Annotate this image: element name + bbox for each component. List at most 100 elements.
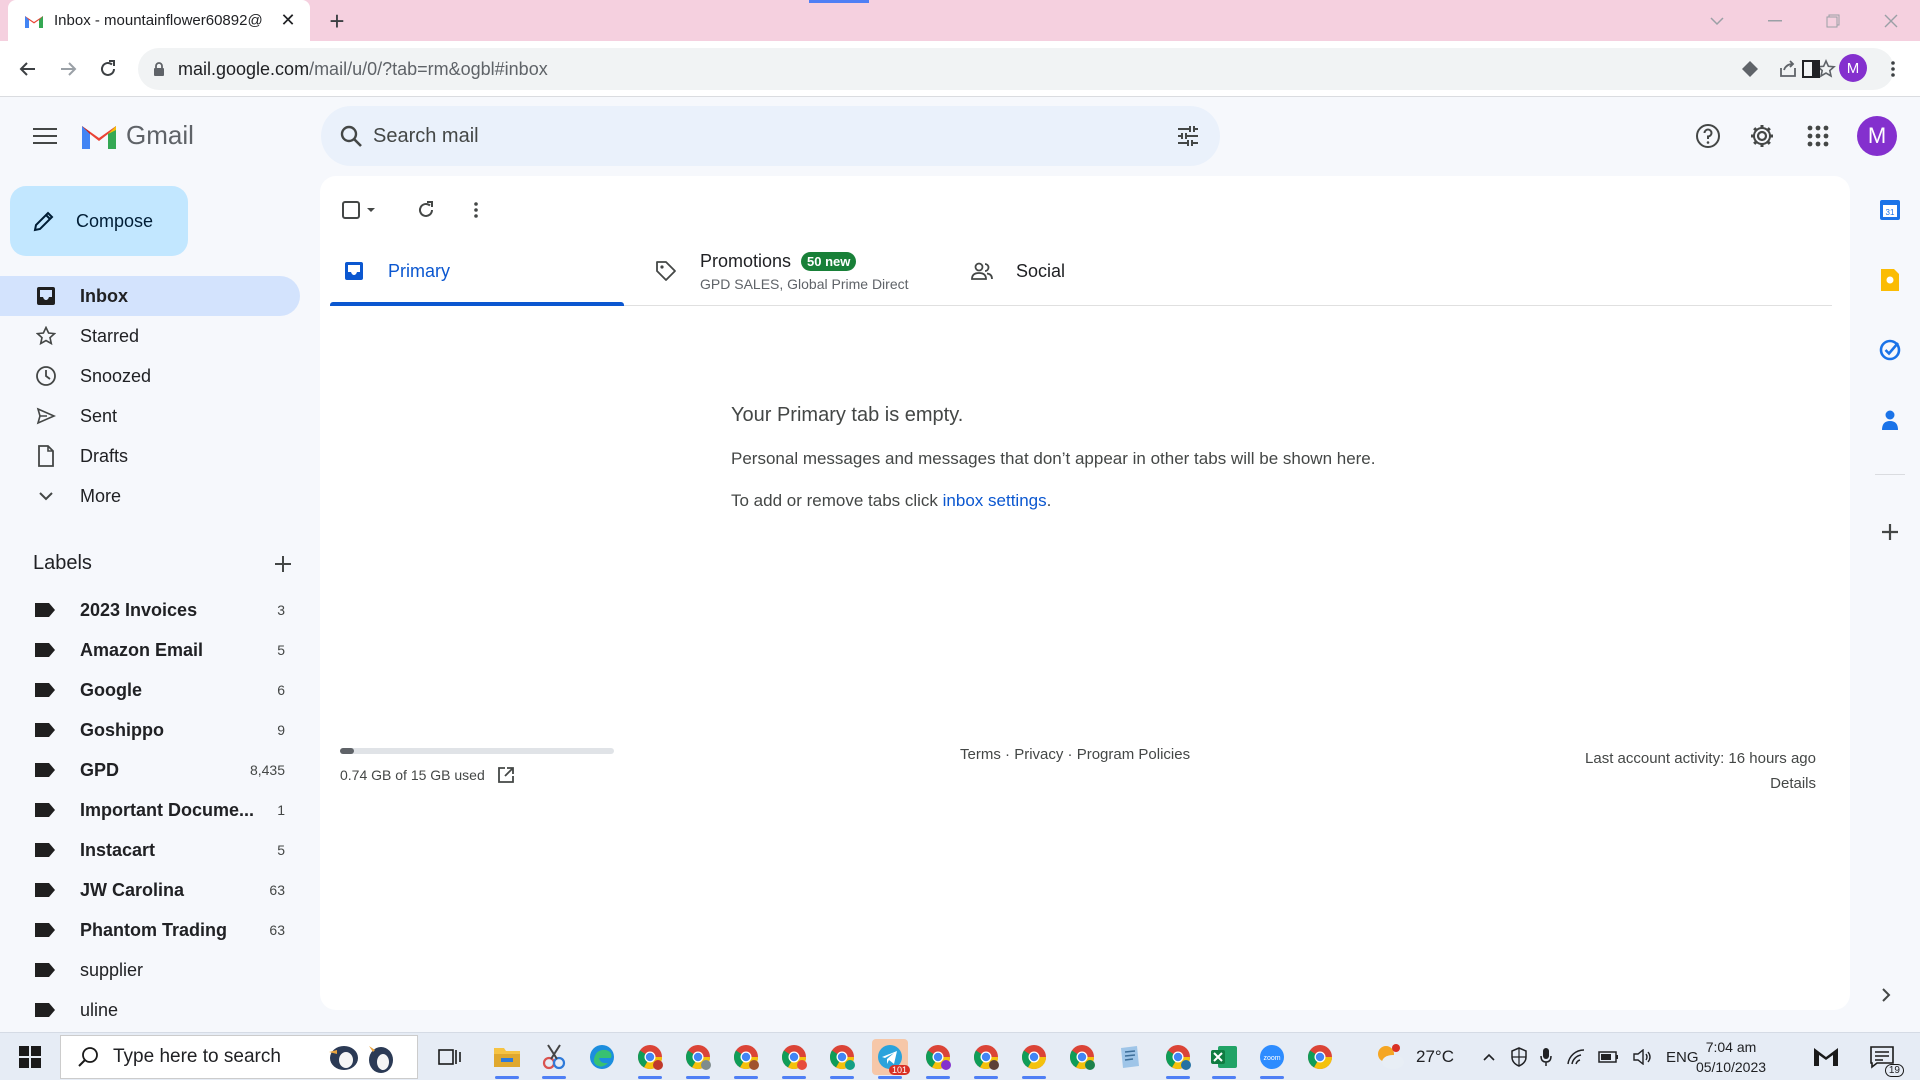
tab-search-icon[interactable]: [1688, 0, 1746, 41]
more-actions-icon[interactable]: [456, 190, 496, 230]
zoom-icon[interactable]: zoom: [1254, 1039, 1290, 1079]
add-label-icon[interactable]: [273, 554, 293, 574]
battery-icon[interactable]: [1598, 1050, 1620, 1064]
nav-item-inbox[interactable]: Inbox: [0, 276, 300, 316]
tab-primary[interactable]: Primary: [330, 236, 624, 306]
label-item[interactable]: supplier: [0, 950, 300, 990]
task-view-icon[interactable]: [432, 1039, 468, 1075]
apps-grid-icon[interactable]: [1800, 118, 1836, 154]
chrome-profile-3-icon[interactable]: [728, 1039, 764, 1079]
address-bar[interactable]: mail.google.com/mail/u/0/?tab=rm&ogbl#in…: [138, 48, 1894, 90]
main-menu-icon[interactable]: [24, 118, 66, 154]
notepad-icon[interactable]: [1112, 1039, 1148, 1075]
add-addon-icon[interactable]: [1870, 512, 1910, 552]
microphone-icon[interactable]: [1540, 1047, 1552, 1067]
nav-item-sent[interactable]: Sent: [0, 396, 300, 436]
chrome-profile-4-icon[interactable]: [776, 1039, 812, 1079]
account-avatar[interactable]: M: [1857, 116, 1897, 156]
compose-button[interactable]: Compose: [10, 186, 188, 256]
file-explorer-icon[interactable]: [489, 1039, 525, 1079]
label-item[interactable]: Goshippo 9: [0, 710, 300, 750]
program-policies-link[interactable]: Program Policies: [1077, 746, 1190, 763]
search-bar: [321, 106, 1220, 166]
label-item[interactable]: JW Carolina 63: [0, 870, 300, 910]
inbox-settings-link[interactable]: inbox settings: [943, 491, 1047, 510]
side-panel-icon[interactable]: [1793, 51, 1829, 87]
edge-browser-icon[interactable]: [584, 1039, 620, 1075]
chrome-profile-7-icon[interactable]: [968, 1039, 1004, 1079]
gmail-m-taskbar-icon[interactable]: [1808, 1039, 1844, 1075]
chrome-icon[interactable]: [1302, 1039, 1338, 1075]
label-item[interactable]: 2023 Invoices 3: [0, 590, 300, 630]
keep-icon[interactable]: [1870, 260, 1910, 300]
label-item[interactable]: Phantom Trading 63: [0, 910, 300, 950]
forward-icon[interactable]: [50, 51, 86, 87]
category-tabs: Primary Promotions 50 new GPD SALES, Glo…: [330, 236, 1832, 306]
new-tab-button[interactable]: +: [322, 6, 352, 36]
contacts-icon[interactable]: [1870, 400, 1910, 440]
browser-profile-avatar[interactable]: M: [1839, 54, 1867, 82]
search-options-icon[interactable]: [1176, 124, 1200, 148]
label-item[interactable]: Instacart 5: [0, 830, 300, 870]
label-item[interactable]: uline: [0, 990, 300, 1030]
browser-tab[interactable]: Inbox - mountainflower60892@ ✕: [8, 0, 310, 41]
chrome-profile-2-icon[interactable]: [680, 1039, 716, 1079]
search-input[interactable]: [373, 120, 1133, 152]
nav-item-snoozed[interactable]: Snoozed: [0, 356, 300, 396]
label-tag-icon: [35, 923, 55, 937]
show-side-panel-icon[interactable]: [1871, 980, 1901, 1010]
settings-gear-icon[interactable]: [1744, 118, 1780, 154]
search-icon[interactable]: [339, 124, 363, 148]
new-count-badge: 50 new: [801, 251, 857, 271]
chrome-profile-10-icon[interactable]: [1160, 1039, 1196, 1079]
snipping-tool-icon[interactable]: [536, 1039, 572, 1079]
label-item[interactable]: Important Docume... 1: [0, 790, 300, 830]
chrome-profile-9-icon[interactable]: [1064, 1039, 1100, 1075]
reload-icon[interactable]: [90, 51, 126, 87]
window-close-icon[interactable]: [1862, 0, 1920, 41]
windows-start-icon[interactable]: [10, 1041, 50, 1073]
tab-social[interactable]: Social: [970, 236, 1270, 306]
chrome-profile-6-icon[interactable]: [920, 1039, 956, 1079]
account-activity: Last account activity: 16 hours ago Deta…: [1585, 746, 1816, 796]
system-clock[interactable]: 7:04 am 05/10/2023: [1686, 1037, 1776, 1077]
nav-item-more[interactable]: More: [0, 476, 300, 516]
chrome-profile-5-icon[interactable]: [824, 1039, 860, 1079]
taskbar-search[interactable]: Type here to search: [60, 1035, 418, 1079]
label-item[interactable]: Amazon Email 5: [0, 630, 300, 670]
gmail-logo[interactable]: Gmail: [80, 120, 194, 151]
nav-item-drafts[interactable]: Drafts: [0, 436, 300, 476]
label-tag-icon: [35, 723, 55, 737]
restore-icon[interactable]: [1804, 0, 1862, 41]
close-tab-icon[interactable]: ✕: [276, 9, 300, 33]
details-link[interactable]: Details: [1585, 771, 1816, 796]
chrome-profile-8-icon[interactable]: [1016, 1039, 1052, 1079]
chrome-profile-1-icon[interactable]: [632, 1039, 668, 1079]
calendar-icon[interactable]: 31: [1870, 190, 1910, 230]
wifi-icon[interactable]: [1566, 1048, 1586, 1066]
tag-icon: [654, 259, 678, 283]
storage-meter: 0.74 GB of 15 GB used: [340, 748, 614, 784]
open-external-icon[interactable]: [497, 766, 515, 784]
weather-widget[interactable]: 27°C: [1374, 1033, 1454, 1080]
label-item[interactable]: GPD 8,435: [0, 750, 300, 790]
browser-menu-icon[interactable]: [1875, 51, 1911, 87]
terms-link[interactable]: Terms: [960, 746, 1001, 763]
help-icon[interactable]: [1690, 118, 1726, 154]
tray-overflow-icon[interactable]: [1482, 1052, 1496, 1062]
tab-promotions[interactable]: Promotions 50 new GPD SALES, Global Prim…: [654, 236, 954, 306]
excel-icon[interactable]: [1206, 1039, 1242, 1079]
minimize-icon[interactable]: [1746, 0, 1804, 41]
select-checkbox[interactable]: [334, 190, 384, 230]
install-app-icon[interactable]: [1738, 57, 1762, 81]
privacy-link[interactable]: Privacy: [1014, 746, 1063, 763]
telegram-icon[interactable]: 101: [872, 1039, 910, 1079]
nav-item-starred[interactable]: Starred: [0, 316, 300, 356]
refresh-icon[interactable]: [406, 190, 446, 230]
notifications-icon[interactable]: 19: [1864, 1039, 1904, 1077]
volume-icon[interactable]: [1632, 1049, 1652, 1065]
label-item[interactable]: Google 6: [0, 670, 300, 710]
security-icon[interactable]: [1510, 1047, 1528, 1067]
back-icon[interactable]: [10, 51, 46, 87]
tasks-icon[interactable]: [1870, 330, 1910, 370]
